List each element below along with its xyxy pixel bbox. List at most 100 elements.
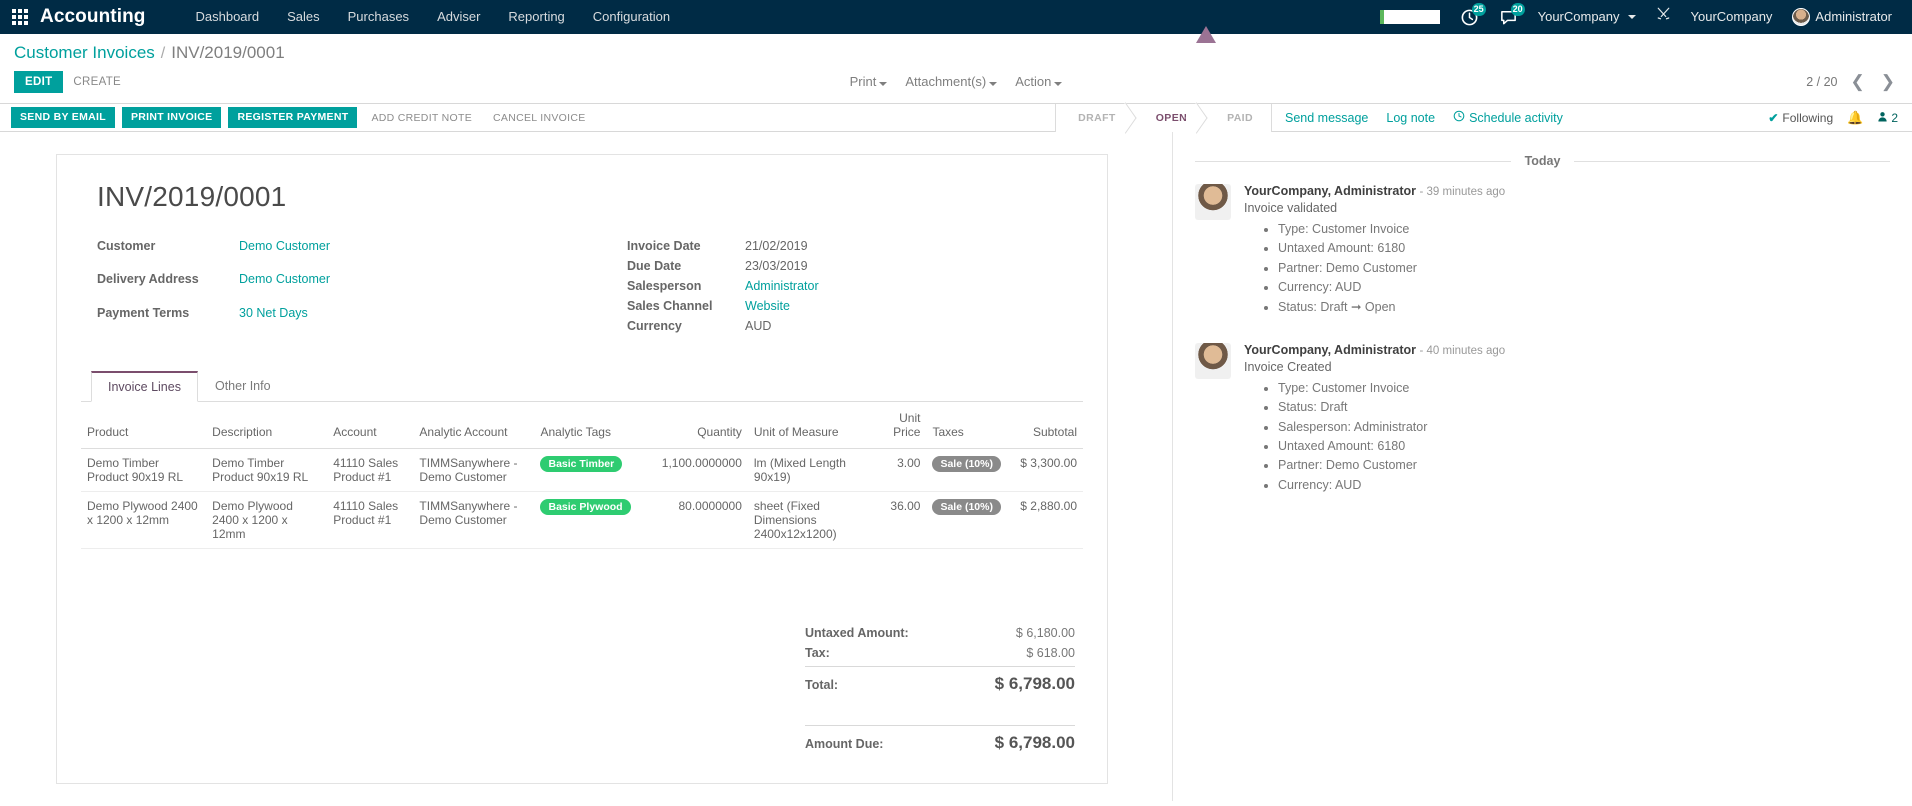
status-step-open[interactable]: OPEN bbox=[1133, 104, 1206, 132]
message-detail-item: Untaxed Amount: 6180 bbox=[1278, 437, 1890, 456]
pager: 2 / 20 ❮ ❯ bbox=[1806, 73, 1898, 90]
field-label-salesperson: Salesperson bbox=[627, 279, 702, 293]
breadcrumb-parent-link[interactable]: Customer Invoices bbox=[14, 43, 155, 63]
pager-next-button[interactable]: ❯ bbox=[1878, 73, 1898, 90]
menu-item-sales[interactable]: Sales bbox=[273, 0, 334, 34]
tax-value: $ 618.00 bbox=[1026, 646, 1075, 660]
cancel-invoice-button[interactable]: CANCEL INVOICE bbox=[486, 108, 593, 128]
white-input-bar bbox=[1379, 10, 1440, 24]
field-label-due-date: Due Date bbox=[627, 259, 682, 273]
cell-account: 41110 Sales Product #1 bbox=[327, 448, 414, 492]
column-header-analytic-account[interactable]: Analytic Account bbox=[413, 402, 535, 449]
totals-row-untaxed: Untaxed Amount: $ 6,180.00 bbox=[805, 623, 1075, 643]
field-label-customer: Customer bbox=[97, 239, 156, 253]
menu-item-dashboard[interactable]: Dashboard bbox=[182, 0, 274, 34]
notebook-tabs: Invoice Lines Other Info bbox=[81, 371, 1083, 402]
field-label-currency: Currency bbox=[627, 319, 682, 333]
clock-activity-icon: 25 bbox=[1460, 2, 1486, 27]
add-credit-note-button[interactable]: ADD CREDIT NOTE bbox=[364, 108, 479, 128]
column-header-quantity[interactable]: Quantity bbox=[649, 402, 748, 449]
field-value-currency: AUD bbox=[745, 319, 772, 333]
status-step-paid[interactable]: PAID bbox=[1205, 104, 1271, 132]
clock-icon bbox=[1453, 110, 1465, 125]
chevron-down-icon bbox=[1054, 82, 1063, 86]
pager-count: 2 / 20 bbox=[1806, 74, 1838, 89]
main-menu: Dashboard Sales Purchases Adviser Report… bbox=[182, 0, 685, 34]
cell-account: 41110 Sales Product #1 bbox=[327, 491, 414, 549]
column-header-analytic-tags[interactable]: Analytic Tags bbox=[534, 402, 650, 449]
app-brand-accounting[interactable]: Accounting bbox=[40, 6, 146, 28]
company-switcher[interactable]: YourCompany bbox=[1528, 0, 1646, 34]
cell-unit-price: 3.00 bbox=[883, 448, 927, 492]
highlighted-search-field[interactable] bbox=[1370, 10, 1450, 24]
field-value-invoice-date: 21/02/2019 bbox=[745, 239, 808, 253]
field-label-payment-terms: Payment Terms bbox=[97, 305, 190, 320]
field-value-sales-channel[interactable]: Website bbox=[745, 299, 819, 313]
user-menu[interactable]: Administrator bbox=[1782, 0, 1902, 34]
send-message-button[interactable]: Send message bbox=[1285, 111, 1368, 125]
cell-subtotal: $ 2,880.00 bbox=[1009, 491, 1083, 549]
apps-menu-button[interactable] bbox=[0, 9, 40, 25]
column-header-unit-price[interactable]: Unit Price bbox=[883, 402, 927, 449]
message-author[interactable]: YourCompany, Administrator bbox=[1244, 184, 1416, 198]
control-panel-dropdowns: Print Attachment(s) Action bbox=[0, 74, 1912, 89]
status-step-draft[interactable]: DRAFT bbox=[1056, 104, 1134, 132]
message-author[interactable]: YourCompany, Administrator bbox=[1244, 343, 1416, 357]
attachments-label: Attachment(s) bbox=[905, 74, 987, 89]
action-dropdown[interactable]: Action bbox=[1015, 74, 1063, 89]
action-status-bar: SEND BY EMAIL PRINT INVOICE REGISTER PAY… bbox=[0, 104, 1912, 132]
current-company-label[interactable]: YourCompany bbox=[1681, 0, 1783, 34]
field-value-delivery-address[interactable]: Demo Customer bbox=[239, 272, 627, 299]
totals-row-tax: Tax: $ 618.00 bbox=[805, 643, 1075, 663]
chatter-toolbar: Send message Log note Schedule activity … bbox=[1272, 104, 1912, 131]
menu-item-adviser[interactable]: Adviser bbox=[423, 0, 494, 34]
following-toggle[interactable]: ✔ Following bbox=[1768, 111, 1833, 125]
field-value-salesperson[interactable]: Administrator bbox=[745, 279, 819, 293]
chatter-message: YourCompany, Administrator - 40 minutes … bbox=[1195, 342, 1890, 495]
user-name-label: Administrator bbox=[1815, 9, 1892, 24]
print-invoice-button[interactable]: PRINT INVOICE bbox=[121, 107, 222, 128]
column-header-description[interactable]: Description bbox=[206, 402, 328, 449]
tab-invoice-lines[interactable]: Invoice Lines bbox=[91, 371, 198, 402]
column-header-account[interactable]: Account bbox=[327, 402, 414, 449]
send-by-email-button[interactable]: SEND BY EMAIL bbox=[11, 107, 115, 128]
field-value-customer[interactable]: Demo Customer bbox=[239, 239, 627, 266]
invoice-header-fields: Customer Demo Customer Delivery Address … bbox=[97, 239, 1083, 333]
field-value-payment-terms[interactable]: 30 Net Days bbox=[239, 306, 627, 333]
followers-button[interactable]: 2 bbox=[1877, 111, 1898, 125]
print-dropdown[interactable]: Print bbox=[850, 74, 888, 89]
menu-item-purchases[interactable]: Purchases bbox=[334, 0, 423, 34]
register-payment-button[interactable]: REGISTER PAYMENT bbox=[228, 107, 358, 128]
bell-icon[interactable]: 🔔 bbox=[1847, 110, 1863, 126]
pager-previous-button[interactable]: ❮ bbox=[1848, 73, 1868, 90]
menu-item-configuration[interactable]: Configuration bbox=[579, 0, 684, 34]
message-detail-item: Partner: Demo Customer bbox=[1278, 259, 1890, 278]
table-row[interactable]: Demo Plywood 2400 x 1200 x 12mm Demo Ply… bbox=[81, 491, 1083, 549]
activities-menu[interactable]: 25 bbox=[1450, 2, 1489, 27]
schedule-activity-button[interactable]: Schedule activity bbox=[1453, 110, 1563, 125]
menu-item-reporting[interactable]: Reporting bbox=[494, 0, 578, 34]
column-header-taxes[interactable]: Taxes bbox=[926, 402, 1010, 449]
tax-badge: Sale (10%) bbox=[932, 499, 1001, 515]
tab-other-info[interactable]: Other Info bbox=[198, 371, 288, 402]
column-header-subtotal[interactable]: Subtotal bbox=[1009, 402, 1083, 449]
chatter-message-body: YourCompany, Administrator - 39 minutes … bbox=[1244, 184, 1890, 317]
message-detail-item: Untaxed Amount: 6180 bbox=[1278, 239, 1890, 258]
company-name-text: YourCompany bbox=[1690, 9, 1773, 24]
following-label: Following bbox=[1782, 110, 1834, 125]
cell-unit-of-measure: lm (Mixed Length 90x19) bbox=[747, 448, 884, 492]
attachments-dropdown[interactable]: Attachment(s) bbox=[905, 74, 998, 89]
invoice-totals-wrapper: Untaxed Amount: $ 6,180.00 Tax: $ 618.00… bbox=[81, 623, 1083, 756]
invoice-notebook: Invoice Lines Other Info Product Descrip… bbox=[81, 371, 1083, 756]
developer-tools-button[interactable] bbox=[1646, 0, 1681, 34]
chat-bubble-icon: 20 bbox=[1499, 2, 1525, 27]
log-note-button[interactable]: Log note bbox=[1386, 111, 1435, 125]
column-header-product[interactable]: Product bbox=[81, 402, 207, 449]
edit-button[interactable]: EDIT bbox=[14, 70, 64, 93]
messages-menu[interactable]: 20 bbox=[1489, 2, 1528, 27]
column-header-unit-of-measure[interactable]: Unit of Measure bbox=[747, 402, 884, 449]
cell-quantity: 80.0000000 bbox=[649, 491, 748, 549]
create-button[interactable]: CREATE bbox=[63, 71, 131, 93]
table-row[interactable]: Demo Timber Product 90x19 RL Demo Timber… bbox=[81, 448, 1083, 492]
cell-analytic-account: TIMMSanywhere - Demo Customer bbox=[413, 448, 535, 492]
